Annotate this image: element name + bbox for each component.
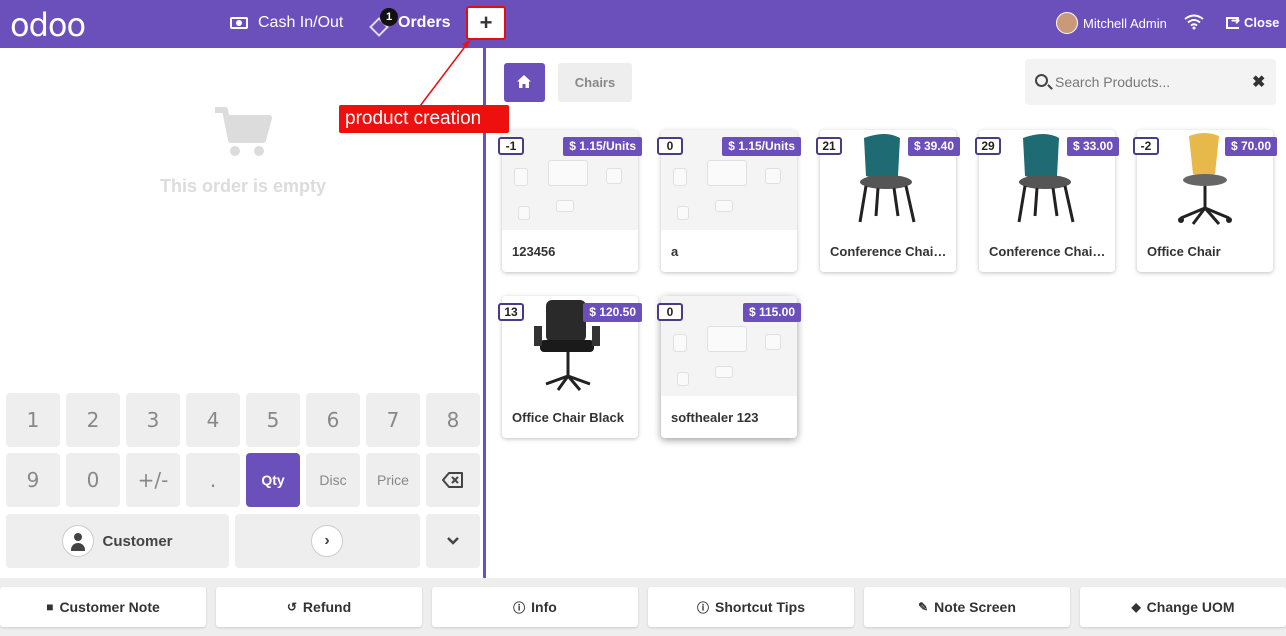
price-tag: $ 1.15/Units: [722, 137, 801, 156]
wifi-icon: [1184, 14, 1204, 30]
product-name: Conference Chair (Aluminium): [989, 244, 1109, 259]
note-screen-label: Note Screen: [934, 599, 1016, 615]
price-tag: $ 120.50: [583, 303, 642, 322]
user-avatar: [1056, 12, 1078, 34]
backspace-icon: [442, 472, 463, 488]
chevron-right-icon: ›: [311, 525, 343, 557]
change-uom-label: Change UOM: [1146, 599, 1235, 615]
refund-label: Refund: [302, 599, 352, 615]
numpad-key-2[interactable]: 2: [66, 393, 120, 447]
orders-button[interactable]: 1 Orders: [369, 8, 451, 37]
product-screen: Chairs ✖ -1 $ 1.15/Units 123456 0 $ 1.15…: [489, 48, 1286, 578]
payment-button[interactable]: ›: [235, 514, 420, 568]
price-tag: $ 115.00: [742, 303, 801, 322]
product-name: Conference Chair (Steel): [830, 244, 950, 259]
product-name: Office Chair Black: [512, 410, 624, 425]
numpad-key-5[interactable]: 5: [246, 393, 300, 447]
numpad-key-6[interactable]: 6: [306, 393, 360, 447]
product-name: 123456: [512, 244, 556, 259]
search-bar: ✖: [1025, 59, 1276, 105]
home-icon: [517, 75, 531, 88]
refund-button[interactable]: ↺ Refund: [216, 587, 422, 627]
product-card[interactable]: 0 $ 1.15/Units a: [657, 130, 801, 272]
empty-order-message: This order is empty: [159, 176, 327, 196]
product-card[interactable]: -2 $ 70.00 Office Chair: [1133, 130, 1277, 272]
numpad-mode-price[interactable]: Price: [366, 453, 420, 507]
search-input[interactable]: [1055, 71, 1245, 93]
note-screen-button[interactable]: ✎ Note Screen: [864, 587, 1070, 627]
sticky-note-icon: ■: [46, 600, 54, 614]
numpad-key-3[interactable]: 3: [126, 393, 180, 447]
info-button[interactable]: ⓘ Info: [432, 587, 638, 627]
numpad-key-0[interactable]: 0: [66, 453, 120, 507]
stock-badge: 13: [498, 303, 524, 321]
product-name: a: [671, 244, 679, 259]
shortcut-tips-label: Shortcut Tips: [715, 599, 805, 615]
product-name: softhealer 123: [671, 410, 759, 425]
product-card[interactable]: 13 $ 120.50 Office Chair Black: [498, 296, 642, 438]
category-chairs[interactable]: Chairs: [558, 63, 632, 102]
stock-badge: 21: [816, 137, 842, 155]
search-icon: [1035, 74, 1048, 87]
customer-label: Customer: [102, 532, 173, 550]
cash-in-out-label: Cash In/Out: [258, 14, 344, 31]
annotation-label: product creation: [339, 105, 509, 133]
person-icon: [62, 525, 95, 557]
close-session-button[interactable]: Close: [1226, 14, 1280, 30]
numpad-key-9[interactable]: 9: [6, 453, 60, 507]
info-label: Info: [531, 599, 557, 615]
numpad-key-1[interactable]: 1: [6, 393, 60, 447]
cash-in-out-button[interactable]: Cash In/Out: [230, 14, 343, 32]
orders-label: Orders: [398, 14, 451, 31]
undo-icon: ↺: [286, 600, 297, 614]
shortcut-tips-button[interactable]: ⓘ Shortcut Tips: [648, 587, 854, 627]
home-category-button[interactable]: [504, 63, 545, 102]
control-buttons-bar: ■ Customer Note ↺ Refund ⓘ Info ⓘ Shortc…: [0, 578, 1286, 636]
close-label: Close: [1244, 15, 1280, 30]
product-card[interactable]: 29 $ 33.00 Conference Chair (Aluminium): [975, 130, 1119, 272]
stock-badge: -1: [498, 137, 524, 155]
customer-note-label: Customer Note: [59, 599, 160, 615]
numpad-key-7[interactable]: 7: [366, 393, 420, 447]
numpad-decimal[interactable]: .: [186, 453, 240, 507]
price-tag: $ 33.00: [1066, 137, 1119, 156]
backspace-button[interactable]: [426, 453, 480, 507]
user-name: Mitchell Admin: [1083, 15, 1167, 31]
product-name: Office Chair: [1147, 244, 1221, 259]
orders-count-badge: 1: [380, 8, 398, 26]
numpad-key-8[interactable]: 8: [426, 393, 480, 447]
change-uom-button[interactable]: ◆ Change UOM: [1080, 587, 1286, 627]
numpad-mode-disc[interactable]: Disc: [306, 453, 360, 507]
stock-badge: -2: [1133, 137, 1159, 155]
product-card[interactable]: -1 $ 1.15/Units 123456: [498, 130, 642, 272]
chevron-down-icon: [447, 537, 459, 545]
top-bar: odoo Cash In/Out 1 Orders + Mitchell Adm…: [0, 0, 1286, 48]
product-card[interactable]: 21 $ 39.40 Conference Chair (Steel): [816, 130, 960, 272]
customer-note-button[interactable]: ■ Customer Note: [0, 587, 206, 627]
shopping-cart-icon: [215, 107, 272, 156]
stock-badge: 0: [657, 303, 683, 321]
stock-badge: 0: [657, 137, 683, 155]
price-tag: $ 39.40: [907, 137, 960, 156]
price-tag: $ 70.00: [1224, 137, 1277, 156]
customer-button[interactable]: Customer: [6, 514, 229, 568]
money-icon: [230, 17, 248, 29]
stock-badge: 29: [975, 137, 1001, 155]
numpad-key-4[interactable]: 4: [186, 393, 240, 447]
edit-icon: ✎: [918, 600, 929, 614]
product-card[interactable]: 0 $ 115.00 softhealer 123: [657, 296, 801, 438]
info-icon: ⓘ: [513, 600, 526, 615]
price-tag: $ 1.15/Units: [563, 137, 642, 156]
user-menu[interactable]: Mitchell Admin: [1056, 12, 1167, 34]
info-icon: ⓘ: [697, 600, 710, 615]
numpad-mode-qty[interactable]: Qty: [246, 453, 300, 507]
tag-icon: ◆: [1131, 600, 1141, 614]
odoo-logo: odoo: [10, 6, 86, 44]
more-actions-button[interactable]: [426, 514, 480, 568]
sign-out-icon: [1226, 14, 1240, 29]
numpad-plus-minus[interactable]: +/-: [126, 453, 180, 507]
clear-search-icon[interactable]: ✖: [1252, 72, 1265, 92]
new-order-button[interactable]: +: [466, 6, 506, 40]
